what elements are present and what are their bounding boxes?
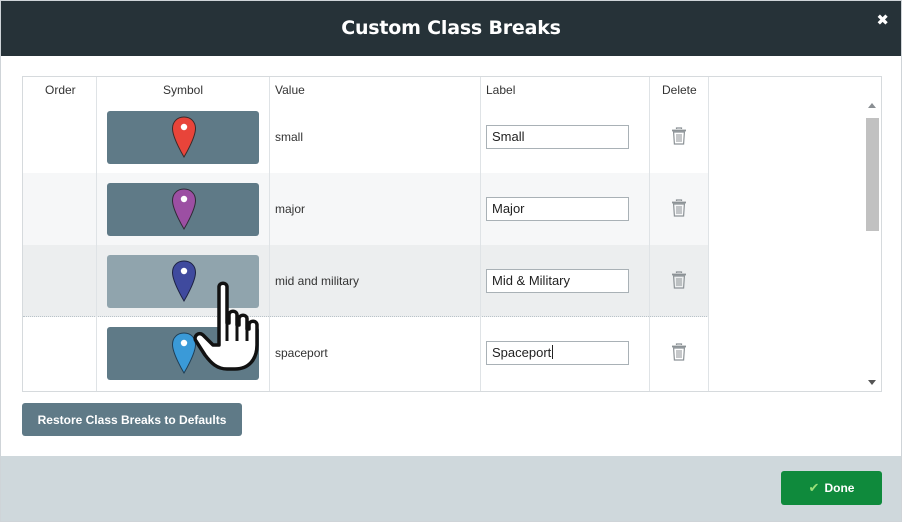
class-breaks-table: small Small major Major mid and military… [22,76,882,392]
label-input[interactable]: Mid & Military [486,269,629,293]
column-divider [480,77,481,391]
table-row: mid and military Mid & Military [23,245,709,317]
done-label: Done [824,480,855,495]
column-header-label[interactable]: Label [486,83,515,97]
value-text: small [275,130,304,144]
scroll-down-arrow-icon[interactable] [868,380,876,385]
map-pin-icon [171,332,197,374]
pin-shape [171,260,197,302]
label-input[interactable]: Small [486,125,629,149]
text-caret [552,345,554,359]
map-pin-icon [171,188,197,230]
dialog-header: Custom Class Breaks ✖ [1,1,901,56]
label-input[interactable]: Spaceport [486,341,629,365]
trash-icon[interactable] [671,199,687,217]
map-pin-icon [171,260,197,302]
table-row: spaceport Spaceport [23,317,709,389]
label-input-text: Spaceport [492,345,552,360]
column-divider [708,77,709,391]
value-text: major [275,202,306,216]
close-icon[interactable]: ✖ [876,11,889,29]
column-divider [96,77,97,391]
trash-icon[interactable] [671,127,687,145]
column-header-symbol[interactable]: Symbol [163,83,203,97]
dialog-title: Custom Class Breaks [341,17,561,39]
symbol-swatch[interactable] [107,327,259,380]
pin-shape [171,188,197,230]
value-text: mid and military [275,274,360,288]
done-button[interactable]: ✔ Done [781,471,882,505]
column-divider [649,77,650,391]
vertical-scrollbar[interactable] [864,101,880,391]
dialog-footer: ✔ Done [1,456,901,521]
symbol-swatch[interactable] [107,255,259,308]
label-input[interactable]: Major [486,197,629,221]
column-header-value[interactable]: Value [275,83,305,97]
table-row: major Major [23,173,709,245]
symbol-swatch[interactable] [107,183,259,236]
symbol-swatch[interactable] [107,111,259,164]
trash-icon[interactable] [671,343,687,361]
table-row: small Small [23,101,709,173]
scroll-up-arrow-icon[interactable] [868,103,876,108]
checkmark-icon: ✔ [808,480,820,496]
column-divider [269,77,270,391]
trash-icon[interactable] [671,271,687,289]
column-header-delete[interactable]: Delete [662,83,697,97]
map-pin-icon [171,116,197,158]
custom-class-breaks-dialog: Custom Class Breaks ✖ small Small major … [0,0,902,522]
pin-shape [171,116,197,158]
column-header-order[interactable]: Order [45,83,76,97]
value-text: spaceport [275,346,328,360]
scroll-thumb[interactable] [866,118,879,231]
restore-defaults-button[interactable]: Restore Class Breaks to Defaults [22,403,242,436]
pin-shape [171,332,197,374]
